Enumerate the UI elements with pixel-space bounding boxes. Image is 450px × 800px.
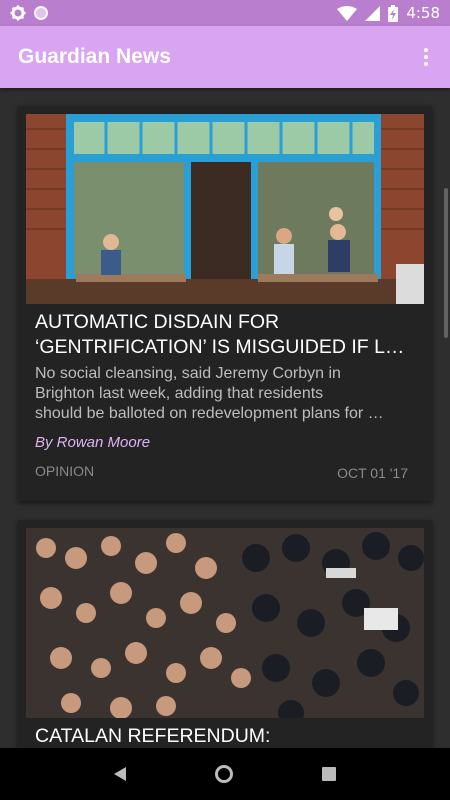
app-bar: Guardian News: [0, 26, 450, 88]
recents-icon[interactable]: [321, 767, 336, 781]
article-card[interactable]: AUTOMATIC DISDAIN FOR ‘GENTRIFICATION’ I…: [18, 106, 432, 501]
article-list[interactable]: AUTOMATIC DISDAIN FOR ‘GENTRIFICATION’ I…: [0, 88, 450, 748]
article-image: [26, 114, 424, 304]
article-image: [26, 528, 424, 718]
article-title: CATALAN REFERENDUM:: [35, 724, 420, 748]
article-byline: By Rowan Moore: [35, 434, 151, 451]
article-trail-line: should be balloted on redevelopment plan…: [35, 405, 384, 422]
scrollbar[interactable]: [444, 188, 448, 338]
article-title-line: CATALAN REFERENDUM:: [35, 725, 271, 747]
article-date: OCT 01 '17: [337, 465, 408, 481]
back-icon[interactable]: [114, 767, 127, 781]
navigation-bar: [0, 748, 450, 800]
signal-icon: [365, 5, 381, 21]
overflow-menu-icon[interactable]: [420, 44, 432, 70]
article-card[interactable]: CATALAN REFERENDUM:: [18, 520, 432, 748]
article-trail-line: Brighton last week, adding that resident…: [35, 385, 324, 402]
status-time: 4:58: [406, 4, 440, 22]
article-title-line: ‘GENTRIFICATION’ IS MISGUIDED IF L…: [35, 336, 405, 358]
app-title: Guardian News: [18, 45, 171, 68]
circle-icon: [34, 6, 48, 20]
settings-icon: [10, 5, 26, 21]
article-title-line: AUTOMATIC DISDAIN FOR: [35, 311, 280, 333]
article-section: OPINION: [35, 463, 95, 479]
article-trail-text: No social cleansing, said Jeremy Corbyn …: [35, 364, 420, 424]
battery-charging-icon: [388, 4, 399, 22]
article-trail-line: No social cleansing, said Jeremy Corbyn …: [35, 365, 341, 382]
article-title: AUTOMATIC DISDAIN FOR ‘GENTRIFICATION’ I…: [35, 310, 420, 360]
wifi-icon: [337, 5, 358, 21]
status-bar: 4:58: [0, 0, 450, 26]
home-icon[interactable]: [214, 765, 233, 783]
